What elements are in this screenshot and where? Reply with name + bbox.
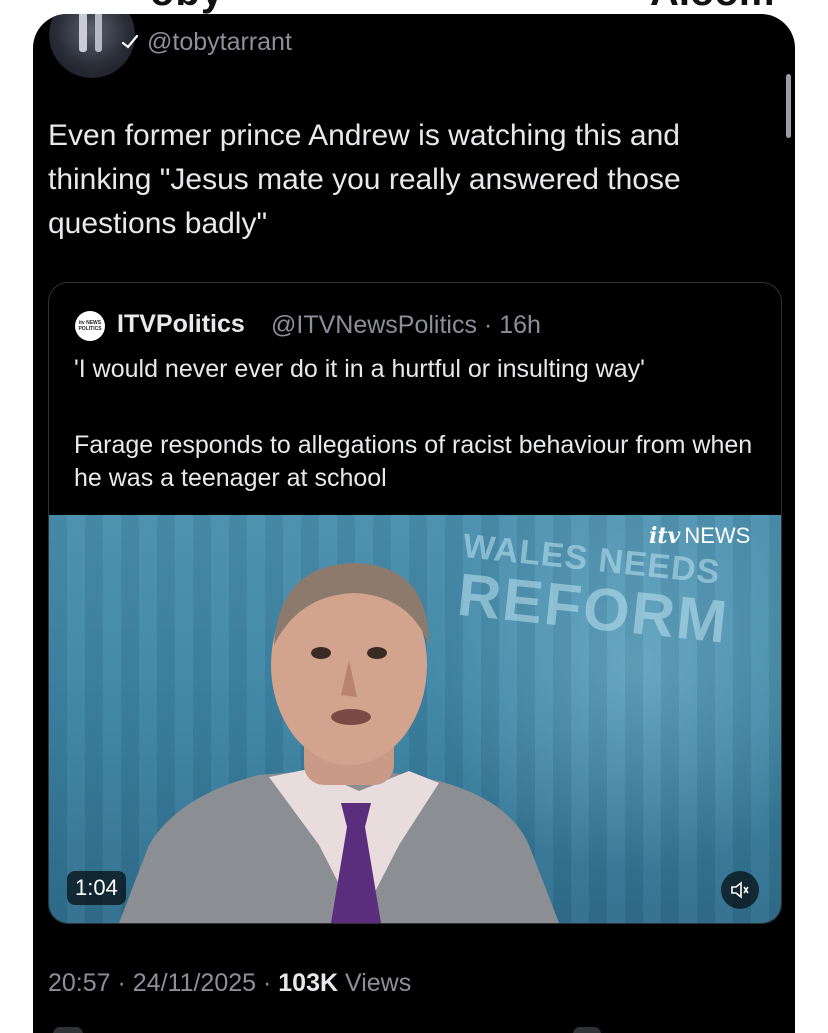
quoted-author-handle[interactable]: @ITVNewsPolitics xyxy=(271,311,477,339)
quoted-tweet-age: 16h xyxy=(499,311,541,339)
quoted-avatar-label: POLITICS xyxy=(78,326,102,332)
tweet-meta: 20:57 · 24/11/2025 · 103K Views xyxy=(48,969,412,997)
avatar-figure xyxy=(79,14,87,52)
clipped-header-action: A.oom xyxy=(650,0,774,15)
verified-icon xyxy=(121,34,139,49)
quoted-tweet[interactable]: itv NEWS POLITICS ITVPolitics @ITVNewsPo… xyxy=(48,282,782,924)
quoted-headline: 'I would never ever do it in a hurtful o… xyxy=(74,355,645,383)
tweet-card: @tobytarrant Even former prince Andrew i… xyxy=(33,14,795,1033)
video-duration: 1:04 xyxy=(67,871,126,905)
clipped-display-name: oby xyxy=(150,0,224,15)
views-count: 103K xyxy=(278,969,339,997)
views-label: Views xyxy=(345,969,412,997)
tweet-date[interactable]: 24/11/2025 xyxy=(133,969,256,997)
quoted-author-meta: @ITVNewsPolitics · 16h xyxy=(271,311,541,340)
video-player[interactable]: WALES NEEDS REFORM itv NEWS 1:04 xyxy=(49,515,781,923)
avatar-figure xyxy=(95,14,102,52)
mute-button[interactable] xyxy=(721,871,759,909)
quoted-avatar[interactable]: itv NEWS POLITICS xyxy=(75,311,105,341)
speaker-muted-icon xyxy=(731,881,749,899)
speaker-figure xyxy=(119,563,559,923)
author-handle[interactable]: @tobytarrant xyxy=(147,28,292,57)
separator-dot: · xyxy=(476,311,500,339)
action-icon-hint[interactable] xyxy=(573,1027,601,1033)
itv-logo-mark: itv xyxy=(649,523,681,549)
tweet-text: Even former prince Andrew is watching th… xyxy=(48,119,681,240)
scrollbar[interactable] xyxy=(786,74,791,138)
quoted-author-name[interactable]: ITVPolitics xyxy=(117,310,245,339)
itv-logo-text: NEWS xyxy=(684,523,751,548)
itv-news-logo: itv NEWS xyxy=(649,523,750,549)
tweet-time[interactable]: 20:57 xyxy=(48,969,111,997)
action-icon-hint[interactable] xyxy=(53,1027,83,1033)
quoted-body: Farage responds to allegations of racist… xyxy=(74,431,753,492)
